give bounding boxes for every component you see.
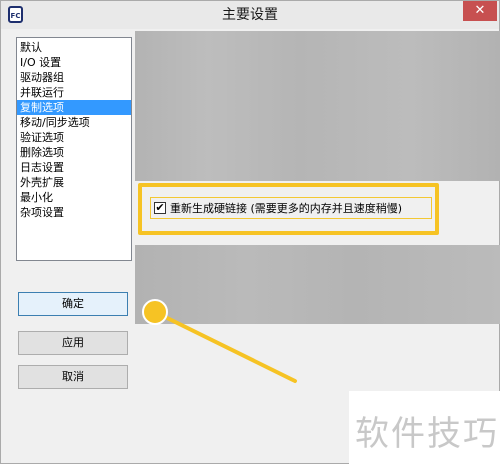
watermark-text: 软件技巧 — [355, 414, 499, 454]
pointer-line — [153, 310, 297, 383]
pointer-dot — [142, 299, 168, 325]
